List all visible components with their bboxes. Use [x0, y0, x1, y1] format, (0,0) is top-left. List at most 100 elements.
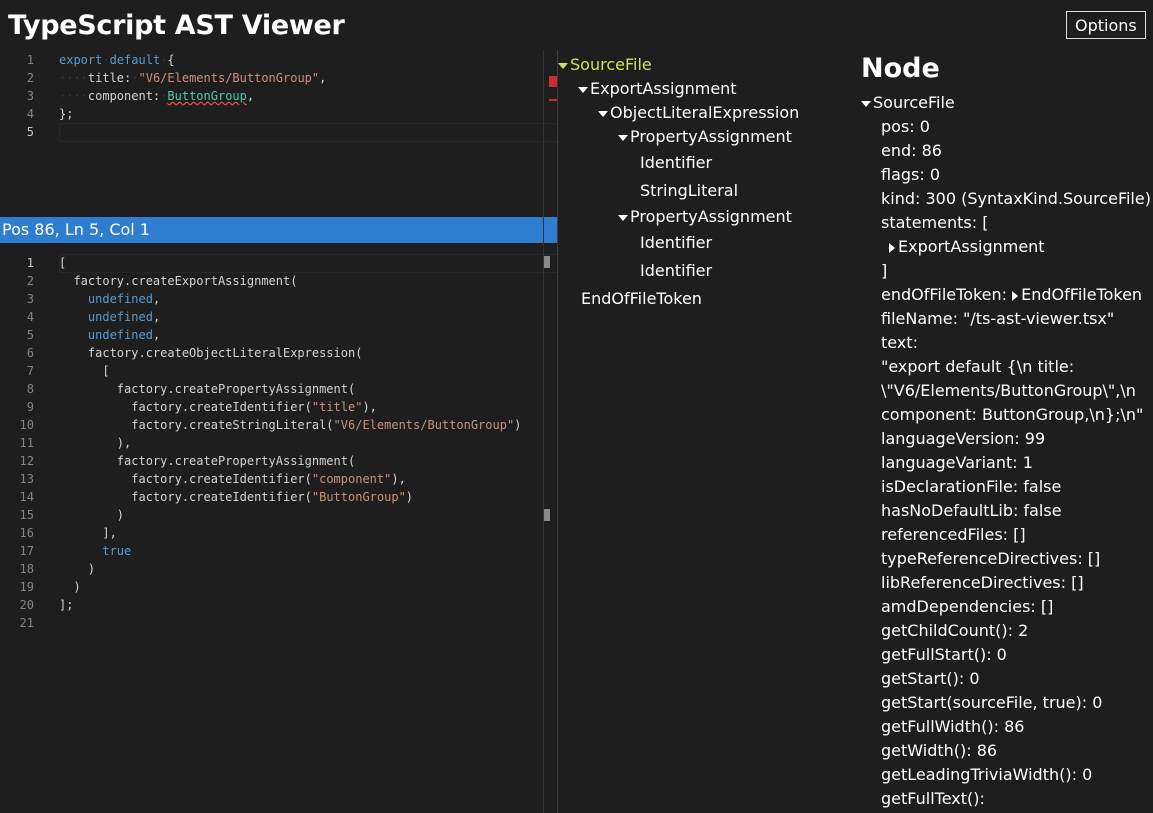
code-line[interactable]: 9 factory.createIdentifier("title"),	[0, 398, 557, 416]
code-line[interactable]: 6 factory.createObjectLiteralExpression(	[0, 344, 557, 362]
node-properties-panel: Node SourceFile pos: 0 end: 86 flags: 0 kind…	[855, 50, 1153, 813]
code-token: ],	[59, 526, 117, 540]
ast-tree-node[interactable]: ExportAssignment	[578, 77, 737, 101]
code-line[interactable]: 5	[0, 123, 558, 142]
node-property-text: amdDependencies: []	[881, 597, 1054, 616]
code-line[interactable]: 3 undefined,	[0, 290, 557, 308]
code-editor-input[interactable]: 1 export·default·{2 ····title:·"V6/Element…	[0, 50, 558, 217]
expand-triangle-icon[interactable]	[598, 110, 608, 117]
ast-tree-node[interactable]: Identifier	[640, 151, 712, 175]
code-token: ButtonGroup	[167, 89, 247, 103]
ast-tree-node[interactable]: ObjectLiteralExpression	[598, 101, 799, 125]
expand-triangle-icon[interactable]	[558, 62, 568, 69]
expand-triangle-icon[interactable]	[578, 86, 588, 93]
code-line[interactable]: 2 factory.createExportAssignment(	[0, 272, 557, 290]
line-number: 19	[19, 580, 34, 594]
code-line[interactable]: 5 undefined,	[0, 326, 557, 344]
ast-tree-node[interactable]: Identifier	[640, 231, 712, 255]
ast-tree-node-label: SourceFile	[570, 55, 652, 74]
code-line[interactable]: 13 factory.createIdentifier("component")…	[0, 470, 557, 488]
ast-tree-node[interactable]: PropertyAssignment	[618, 205, 792, 229]
code-line[interactable]: 10 factory.createStringLiteral("V6/Eleme…	[0, 416, 557, 434]
node-property-row[interactable]: SourceFile	[861, 91, 955, 115]
line-number: 10	[19, 418, 34, 432]
ast-tree-node-label: StringLiteral	[640, 181, 739, 200]
ast-tree-node-label: PropertyAssignment	[630, 207, 792, 226]
expand-triangle-icon[interactable]	[618, 214, 628, 221]
ast-tree-node[interactable]: PropertyAssignment	[618, 125, 792, 149]
code-line[interactable]: 1 export·default·{	[0, 51, 557, 69]
code-line[interactable]: 1[	[0, 254, 558, 273]
node-property-row: end: 86	[881, 139, 942, 163]
ast-tree-node-label: ExportAssignment	[590, 79, 737, 98]
line-number: 9	[26, 400, 34, 414]
code-text: true	[59, 542, 131, 560]
code-text: ····component:·ButtonGroup,	[59, 87, 254, 105]
expand-triangle-icon[interactable]	[861, 100, 871, 107]
code-token: default	[109, 53, 161, 67]
line-number: 11	[19, 436, 34, 450]
node-property-text: referencedFiles: []	[881, 525, 1026, 544]
code-text: factory.createObjectLiteralExpression(	[59, 344, 363, 362]
line-number: 8	[26, 382, 34, 396]
code-line[interactable]: 15 )	[0, 506, 557, 524]
ast-tree-node[interactable]: EndOfFileToken	[581, 287, 702, 311]
collapsed-triangle-icon[interactable]	[889, 242, 895, 253]
code-line[interactable]: 11 ),	[0, 434, 557, 452]
code-line[interactable]: 4};	[0, 105, 557, 123]
code-line[interactable]: 17 true	[0, 542, 557, 560]
node-property-row: statements: [	[881, 211, 988, 235]
code-line[interactable]: 8 factory.createPropertyAssignment(	[0, 380, 557, 398]
editor-scrollbar-track[interactable]	[543, 50, 544, 813]
code-token: };	[59, 107, 74, 121]
code-line[interactable]: 4 undefined,	[0, 308, 557, 326]
code-line[interactable]: 19 )	[0, 578, 557, 596]
code-token: ·	[131, 71, 139, 85]
code-line[interactable]: 18 )	[0, 560, 557, 578]
scrollbar-thumb-top[interactable]	[544, 256, 550, 268]
code-token: ·	[102, 53, 110, 67]
line-number: 13	[19, 472, 34, 486]
line-number: 3	[26, 292, 34, 306]
code-line[interactable]: 7 [	[0, 362, 557, 380]
code-text: factory.createPropertyAssignment(	[59, 380, 355, 398]
code-token: "ButtonGroup"	[311, 490, 406, 504]
node-property-row: "export default {\n title:	[881, 355, 1074, 379]
ast-tree-node[interactable]: StringLiteral	[640, 179, 738, 203]
code-line[interactable]: 2 ····title:·"V6/Elements/ButtonGroup",	[0, 69, 557, 87]
node-property-row: languageVersion: 99	[881, 427, 1045, 451]
code-token: factory.createPropertyAssignment(	[59, 382, 356, 396]
expand-triangle-icon[interactable]	[618, 134, 628, 141]
collapsed-triangle-icon[interactable]	[1012, 290, 1019, 301]
node-property-text: getFullText():	[881, 789, 985, 808]
code-line[interactable]: 12 factory.createPropertyAssignment(	[0, 452, 557, 470]
node-property-text: getWidth(): 86	[881, 741, 998, 760]
node-property-row: endOfFileToken: EndOfFileToken	[881, 283, 1142, 307]
factory-code-output-editor[interactable]: 1[2 factory.createExportAssignment(3 und…	[0, 244, 558, 813]
line-number: 16	[19, 526, 34, 540]
node-property-link[interactable]: EndOfFileToken	[1021, 285, 1142, 304]
code-token: component:	[87, 89, 161, 103]
code-line[interactable]: 21	[0, 614, 557, 632]
node-property-text: getChildCount(): 2	[881, 621, 1029, 640]
node-property-text: flags: 0	[881, 165, 941, 184]
line-number: 3	[26, 89, 34, 103]
scrollbar-thumb-bottom[interactable]	[544, 509, 550, 521]
line-number: 15	[19, 508, 34, 522]
code-line[interactable]: 16 ],	[0, 524, 557, 542]
code-token: title:	[87, 71, 132, 85]
line-number: 5	[26, 125, 34, 139]
code-line[interactable]: 20];	[0, 596, 557, 614]
options-button[interactable]: Options	[1066, 11, 1146, 39]
node-property-row: component: ButtonGroup,\n};\n"	[881, 403, 1143, 427]
code-text: )	[59, 506, 124, 524]
current-line-highlight	[59, 254, 558, 273]
code-line[interactable]: 3 ····component:·ButtonGroup,	[0, 87, 557, 105]
ast-tree-node-label: Identifier	[640, 261, 713, 280]
node-property-row[interactable]: ExportAssignment	[889, 235, 1045, 259]
ast-tree-node[interactable]: SourceFile	[558, 53, 652, 77]
code-line[interactable]: 14 factory.createIdentifier("ButtonGroup…	[0, 488, 557, 506]
ast-tree-node[interactable]: Identifier	[640, 259, 712, 283]
line-number: 6	[26, 346, 34, 360]
